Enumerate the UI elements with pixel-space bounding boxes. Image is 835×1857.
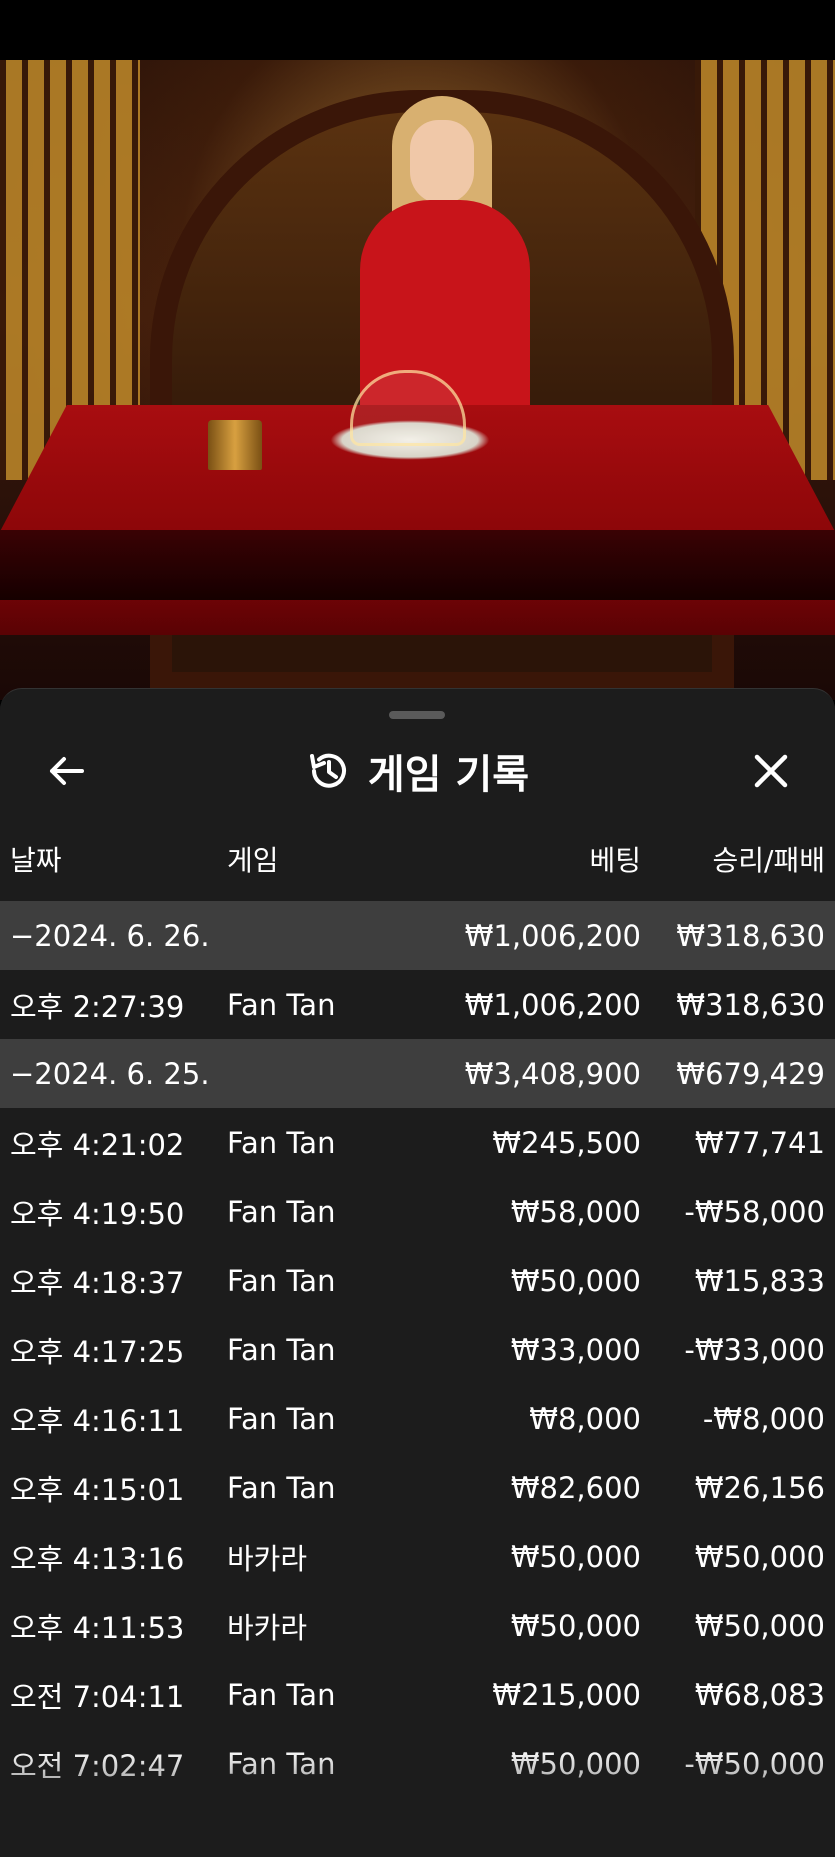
row-date: 오후 4:18:37 xyxy=(10,1265,185,1300)
row-date: 오후 4:13:16 xyxy=(10,1541,185,1576)
row-game: 바카라 xyxy=(227,1541,308,1576)
column-header-game: 게임 xyxy=(227,844,279,877)
row-bet: ₩58,000 xyxy=(510,1194,641,1229)
sheet-drag-handle[interactable] xyxy=(389,711,445,719)
column-header-bet: 베팅 xyxy=(589,844,641,877)
row-date: 오후 4:21:02 xyxy=(10,1127,185,1162)
row-winloss: ₩77,741 xyxy=(694,1125,825,1160)
history-icon xyxy=(309,753,346,788)
history-row[interactable]: 오후 2:27:39 Fan Tan ₩1,006,200 ₩318,630 xyxy=(0,970,835,1039)
history-row[interactable]: 오후 4:19:50 Fan Tan ₩58,000 -₩58,000 xyxy=(0,1177,835,1246)
row-bet: ₩1,006,200 xyxy=(464,918,641,953)
row-date: 오후 4:17:25 xyxy=(10,1334,185,1369)
row-game: Fan Tan xyxy=(227,987,336,1022)
row-game: Fan Tan xyxy=(227,1677,336,1712)
row-bet: ₩8,000 xyxy=(529,1401,641,1436)
sheet-header: 게임 기록 xyxy=(0,735,835,807)
row-game: Fan Tan xyxy=(227,1263,336,1298)
dealer-face xyxy=(410,120,474,204)
row-bet: ₩1,006,200 xyxy=(464,987,641,1022)
row-winloss: ₩679,429 xyxy=(676,1056,825,1091)
row-bet: ₩33,000 xyxy=(510,1332,641,1367)
history-row[interactable]: 오전 7:04:11 Fan Tan ₩215,000 ₩68,083 xyxy=(0,1660,835,1729)
live-video-feed xyxy=(0,60,835,700)
row-date: 오전 7:02:47 xyxy=(10,1748,185,1783)
brass-cup xyxy=(208,420,262,470)
row-bet: ₩215,000 xyxy=(492,1677,641,1712)
row-date: −2024. 6. 26. xyxy=(10,918,210,953)
row-winloss: ₩68,083 xyxy=(694,1677,825,1712)
history-row[interactable]: 오후 4:15:01 Fan Tan ₩82,600 ₩26,156 xyxy=(0,1453,835,1522)
row-date: 오후 4:16:11 xyxy=(10,1403,185,1438)
row-winloss: ₩318,630 xyxy=(676,918,825,953)
row-date: 오후 2:27:39 xyxy=(10,989,185,1024)
close-icon xyxy=(754,754,788,788)
row-winloss: ₩318,630 xyxy=(676,987,825,1022)
row-bet: ₩50,000 xyxy=(510,1746,641,1781)
history-row[interactable]: 오후 4:11:53 바카라 ₩50,000 ₩50,000 xyxy=(0,1591,835,1660)
date-group-row[interactable]: −2024. 6. 25. ₩3,408,900 ₩679,429 xyxy=(0,1039,835,1108)
status-bar xyxy=(0,0,835,60)
row-date: 오후 4:11:53 xyxy=(10,1610,185,1645)
row-winloss: ₩50,000 xyxy=(694,1539,825,1574)
date-group-row[interactable]: −2024. 6. 26. ₩1,006,200 ₩318,630 xyxy=(0,901,835,970)
column-header-date: 날짜 xyxy=(10,844,62,877)
history-row[interactable]: 오후 4:18:37 Fan Tan ₩50,000 ₩15,833 xyxy=(0,1246,835,1315)
history-row[interactable]: 오전 7:02:47 Fan Tan ₩50,000 -₩50,000 xyxy=(0,1729,835,1798)
row-game: Fan Tan xyxy=(227,1746,336,1781)
row-bet: ₩3,408,900 xyxy=(464,1056,641,1091)
sheet-title-group: 게임 기록 xyxy=(0,735,835,807)
row-date: 오전 7:04:11 xyxy=(10,1679,185,1714)
history-row[interactable]: 오후 4:13:16 바카라 ₩50,000 ₩50,000 xyxy=(0,1522,835,1591)
row-winloss: -₩50,000 xyxy=(684,1746,825,1781)
row-winloss: ₩15,833 xyxy=(694,1263,825,1298)
row-game: Fan Tan xyxy=(227,1401,336,1436)
row-game: Fan Tan xyxy=(227,1332,336,1367)
game-history-sheet: 게임 기록 날짜 게임 베팅 승리/패배 −2024. 6. 26. ₩1,006… xyxy=(0,688,835,1857)
row-date: 오후 4:19:50 xyxy=(10,1196,185,1231)
row-game: Fan Tan xyxy=(227,1125,336,1160)
row-game: 바카라 xyxy=(227,1610,308,1645)
history-list: −2024. 6. 26. ₩1,006,200 ₩318,630 오후 2:27:3… xyxy=(0,901,835,1798)
row-bet: ₩50,000 xyxy=(510,1608,641,1643)
row-bet: ₩82,600 xyxy=(510,1470,641,1505)
row-winloss: -₩33,000 xyxy=(684,1332,825,1367)
row-bet: ₩50,000 xyxy=(510,1539,641,1574)
history-row[interactable]: 오후 4:17:25 Fan Tan ₩33,000 -₩33,000 xyxy=(0,1315,835,1384)
row-date: −2024. 6. 25. xyxy=(10,1056,210,1091)
row-winloss: -₩8,000 xyxy=(702,1401,825,1436)
row-bet: ₩245,500 xyxy=(492,1125,641,1160)
history-row[interactable]: 오후 4:16:11 Fan Tan ₩8,000 -₩8,000 xyxy=(0,1384,835,1453)
table-rim xyxy=(0,530,835,600)
row-game: Fan Tan xyxy=(227,1194,336,1229)
row-date: 오후 4:15:01 xyxy=(10,1472,185,1507)
table-header: 날짜 게임 베팅 승리/패배 xyxy=(0,839,835,881)
row-game: Fan Tan xyxy=(227,1470,336,1505)
column-header-winloss: 승리/패배 xyxy=(712,844,825,877)
row-winloss: -₩58,000 xyxy=(684,1194,825,1229)
row-bet: ₩50,000 xyxy=(510,1263,641,1298)
row-winloss: ₩26,156 xyxy=(694,1470,825,1505)
sheet-title: 게임 기록 xyxy=(367,752,530,798)
history-row[interactable]: 오후 4:21:02 Fan Tan ₩245,500 ₩77,741 xyxy=(0,1108,835,1177)
row-winloss: ₩50,000 xyxy=(694,1608,825,1643)
close-button[interactable] xyxy=(743,743,799,799)
